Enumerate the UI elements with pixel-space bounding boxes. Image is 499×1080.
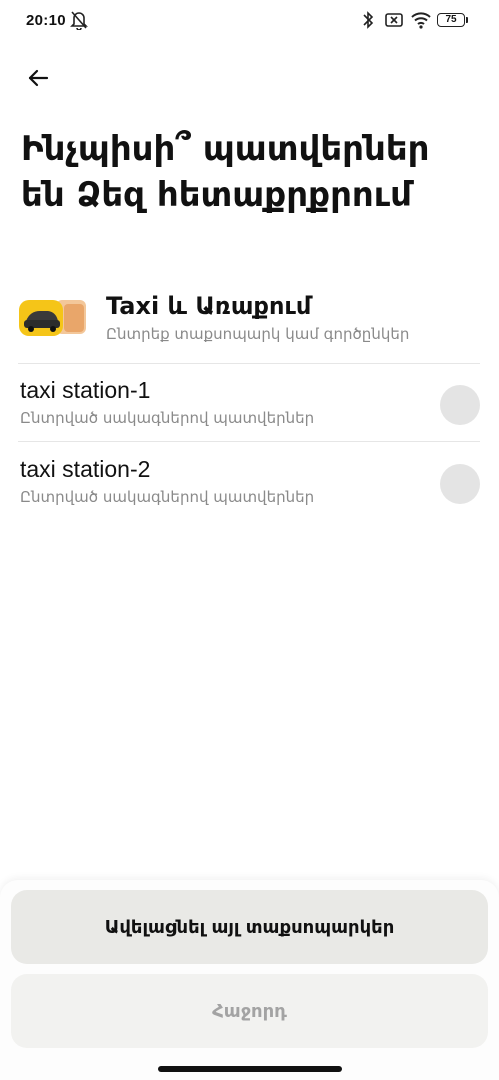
- station-subtitle: Ընտրված սակագներով պատվերներ: [20, 488, 315, 506]
- station-title: taxi station-1: [20, 377, 151, 403]
- divider: [18, 363, 480, 364]
- list-item-taxi-station-2[interactable]: taxi station-2 Ընտրված սակագներով պատվեր…: [18, 456, 488, 532]
- battery-icon: 75: [437, 13, 465, 27]
- station-subtitle: Ընտրված սակագներով պատվերներ: [20, 409, 315, 427]
- provider-name: Taxi և Առաքում: [106, 292, 312, 320]
- taxi-logo-icon: [18, 294, 90, 340]
- divider: [18, 441, 480, 442]
- battery-tip: [466, 17, 468, 23]
- status-bar: 20:10 75: [0, 0, 499, 44]
- station-radio[interactable]: [440, 385, 480, 425]
- back-button[interactable]: [18, 58, 58, 98]
- status-time: 20:10: [26, 12, 66, 29]
- station-title: taxi station-2: [20, 456, 151, 482]
- wifi-icon: [410, 10, 432, 34]
- next-button[interactable]: Հաջորդ: [11, 974, 488, 1048]
- add-taxi-parks-button[interactable]: Ավելացնել այլ տաքսոպարկեր: [11, 890, 488, 964]
- page-title: Ինչպիսի՞ պատվերներ են Ձեզ հետաքրքրում: [21, 129, 430, 215]
- home-indicator[interactable]: [158, 1066, 342, 1072]
- provider-subtitle: Ընտրեք տաքսոպարկ կամ գործընկեր: [106, 325, 410, 343]
- mute-bell-icon: [70, 10, 88, 34]
- provider-header: Taxi և Առաքում Ընտրեք տաքսոպարկ կամ գործ…: [18, 292, 488, 354]
- no-sim-icon: [384, 10, 404, 34]
- station-radio[interactable]: [440, 464, 480, 504]
- arrow-left-icon: [28, 69, 49, 87]
- bluetooth-icon: [362, 10, 374, 34]
